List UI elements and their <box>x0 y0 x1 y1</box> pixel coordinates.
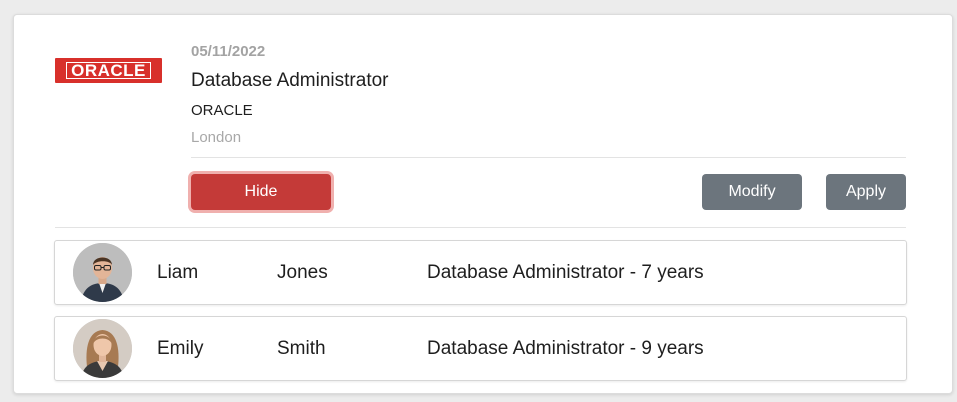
job-location: London <box>191 129 242 146</box>
company-name: ORACLE <box>191 102 253 119</box>
avatar <box>73 243 132 302</box>
posting-date: 05/11/2022 <box>191 43 266 60</box>
company-logo-text: ORACLE <box>66 62 151 79</box>
person-avatar-icon <box>73 243 132 302</box>
candidate-last-name: Jones <box>277 262 328 283</box>
company-logo: ORACLE <box>55 58 162 83</box>
candidate-row[interactable]: Emily Smith Database Administrator - 9 y… <box>54 316 907 381</box>
hide-button[interactable]: Hide <box>191 174 331 210</box>
avatar <box>73 319 132 378</box>
candidate-first-name: Liam <box>157 262 199 283</box>
candidate-last-name: Smith <box>277 338 326 359</box>
divider <box>55 227 906 228</box>
candidate-row[interactable]: Liam Jones Database Administrator - 7 ye… <box>54 240 907 305</box>
candidate-experience: Database Administrator - 9 years <box>427 338 704 359</box>
candidate-first-name: Emily <box>157 338 204 359</box>
modify-button[interactable]: Modify <box>702 174 802 210</box>
apply-button[interactable]: Apply <box>826 174 906 210</box>
job-card: ORACLE 05/11/2022 Database Administrator… <box>13 14 953 394</box>
person-avatar-icon <box>73 319 132 378</box>
candidate-experience: Database Administrator - 7 years <box>427 262 704 283</box>
job-title: Database Administrator <box>191 70 389 91</box>
divider <box>191 157 906 158</box>
